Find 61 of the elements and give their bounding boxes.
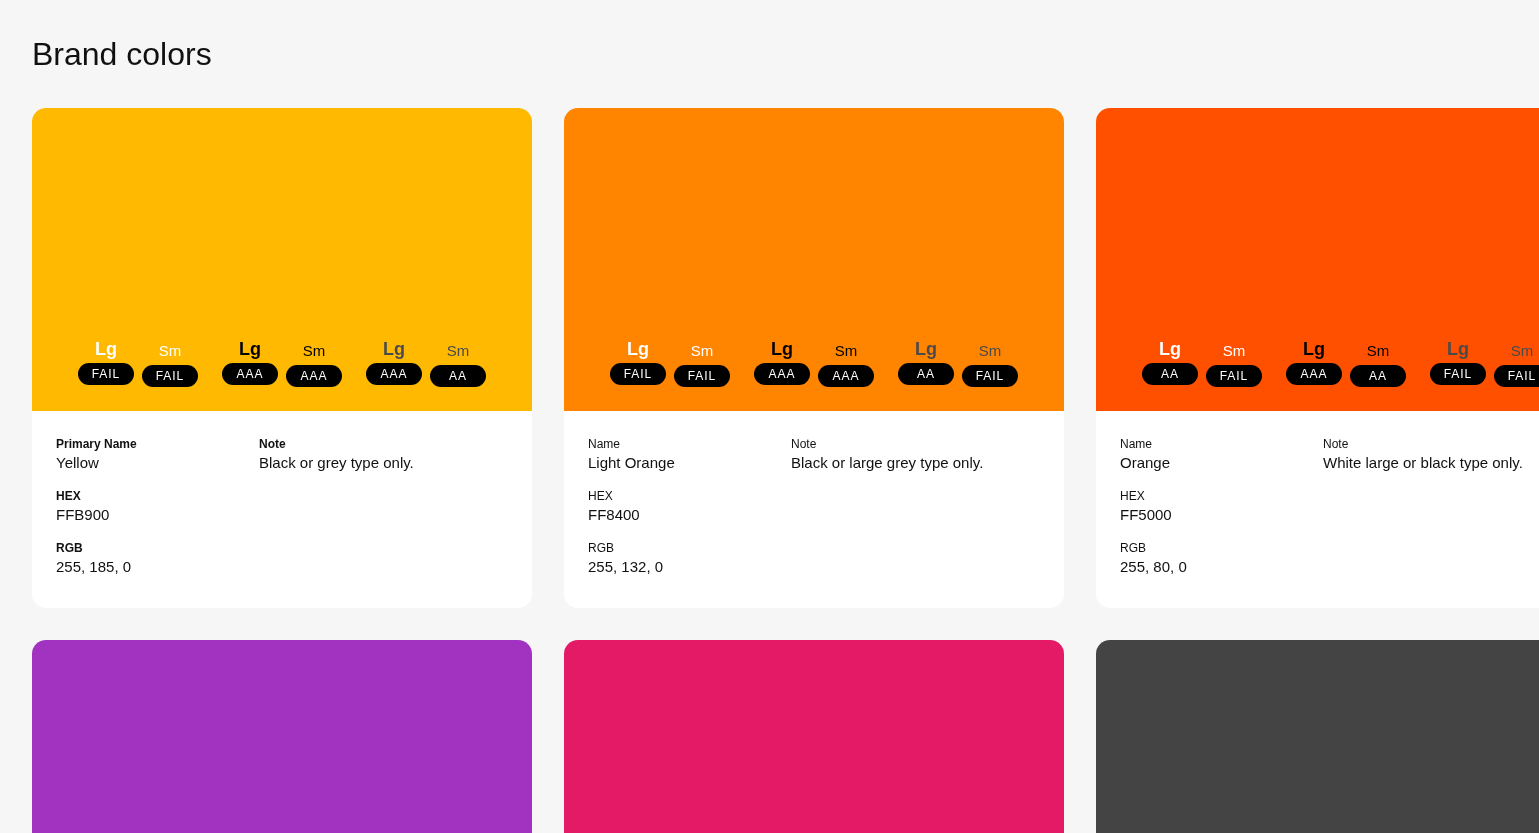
field-value: 255, 80, 0 (1120, 557, 1187, 577)
large-text-sample: Lg (1159, 338, 1181, 361)
page-title: Brand colors (32, 35, 212, 74)
large-text-sample: Lg (383, 338, 405, 361)
large-text-sample: Lg (627, 338, 649, 361)
rating-pill: FAIL (610, 363, 666, 385)
rating-pill: AAA (286, 365, 342, 387)
small-text-sample: Sm (978, 341, 1002, 361)
field-value: Black or grey type only. (259, 453, 414, 473)
field-label: Name (588, 436, 620, 452)
small-text-sample: Sm (834, 341, 858, 361)
field-label: Note (259, 436, 286, 452)
field-value: White large or black type only. (1323, 453, 1523, 473)
small-text-sample: Sm (1222, 341, 1246, 361)
rating-pill: AAA (1286, 363, 1342, 385)
field-value: Light Orange (588, 453, 675, 473)
large-text-sample: Lg (239, 338, 261, 361)
rating-pill: AA (430, 365, 486, 387)
field-value: Orange (1120, 453, 1171, 473)
rating-pill: AA (1142, 363, 1198, 385)
rating-pill: AAA (754, 363, 810, 385)
small-text-sample: Sm (1510, 341, 1534, 361)
field-value: FFB900 (56, 505, 110, 525)
rating-pill: FAIL (142, 365, 198, 387)
field-value: 255, 185, 0 (56, 557, 132, 577)
rating-pill: AA (898, 363, 954, 385)
field-label: Name (1120, 436, 1152, 452)
field-label: HEX (56, 488, 81, 504)
field-label: Note (1323, 436, 1349, 452)
field-label: HEX (588, 488, 613, 504)
field-label: HEX (1120, 488, 1145, 504)
small-text-sample: Sm (690, 341, 714, 361)
field-label: Primary Name (56, 436, 137, 452)
field-label: Note (791, 436, 817, 452)
rating-pill: FAIL (962, 365, 1018, 387)
rating-pill: FAIL (1430, 363, 1486, 385)
field-value: FF5000 (1120, 505, 1172, 525)
field-value: Black or large grey type only. (791, 453, 984, 473)
field-value: FF8400 (588, 505, 640, 525)
field-label: RGB (1120, 540, 1146, 556)
large-text-sample: Lg (95, 338, 117, 361)
field-label: RGB (588, 540, 614, 556)
rating-pill: AAA (818, 365, 874, 387)
field-value: 255, 132, 0 (588, 557, 664, 577)
large-text-sample: Lg (1447, 338, 1469, 361)
field-value: Yellow (56, 453, 99, 473)
large-text-sample: Lg (1303, 338, 1325, 361)
small-text-sample: Sm (1366, 341, 1390, 361)
small-text-sample: Sm (446, 341, 470, 361)
rating-pill: AAA (222, 363, 278, 385)
rating-pill: AAA (366, 363, 422, 385)
field-label: RGB (56, 540, 83, 556)
small-text-sample: Sm (302, 341, 326, 361)
rating-pill: FAIL (674, 365, 730, 387)
large-text-sample: Lg (771, 338, 793, 361)
rating-pill: AA (1350, 365, 1406, 387)
rating-pill: FAIL (1206, 365, 1262, 387)
rating-pill: FAIL (78, 363, 134, 385)
large-text-sample: Lg (915, 338, 937, 361)
small-text-sample: Sm (158, 341, 182, 361)
rating-pill: FAIL (1494, 365, 1539, 387)
